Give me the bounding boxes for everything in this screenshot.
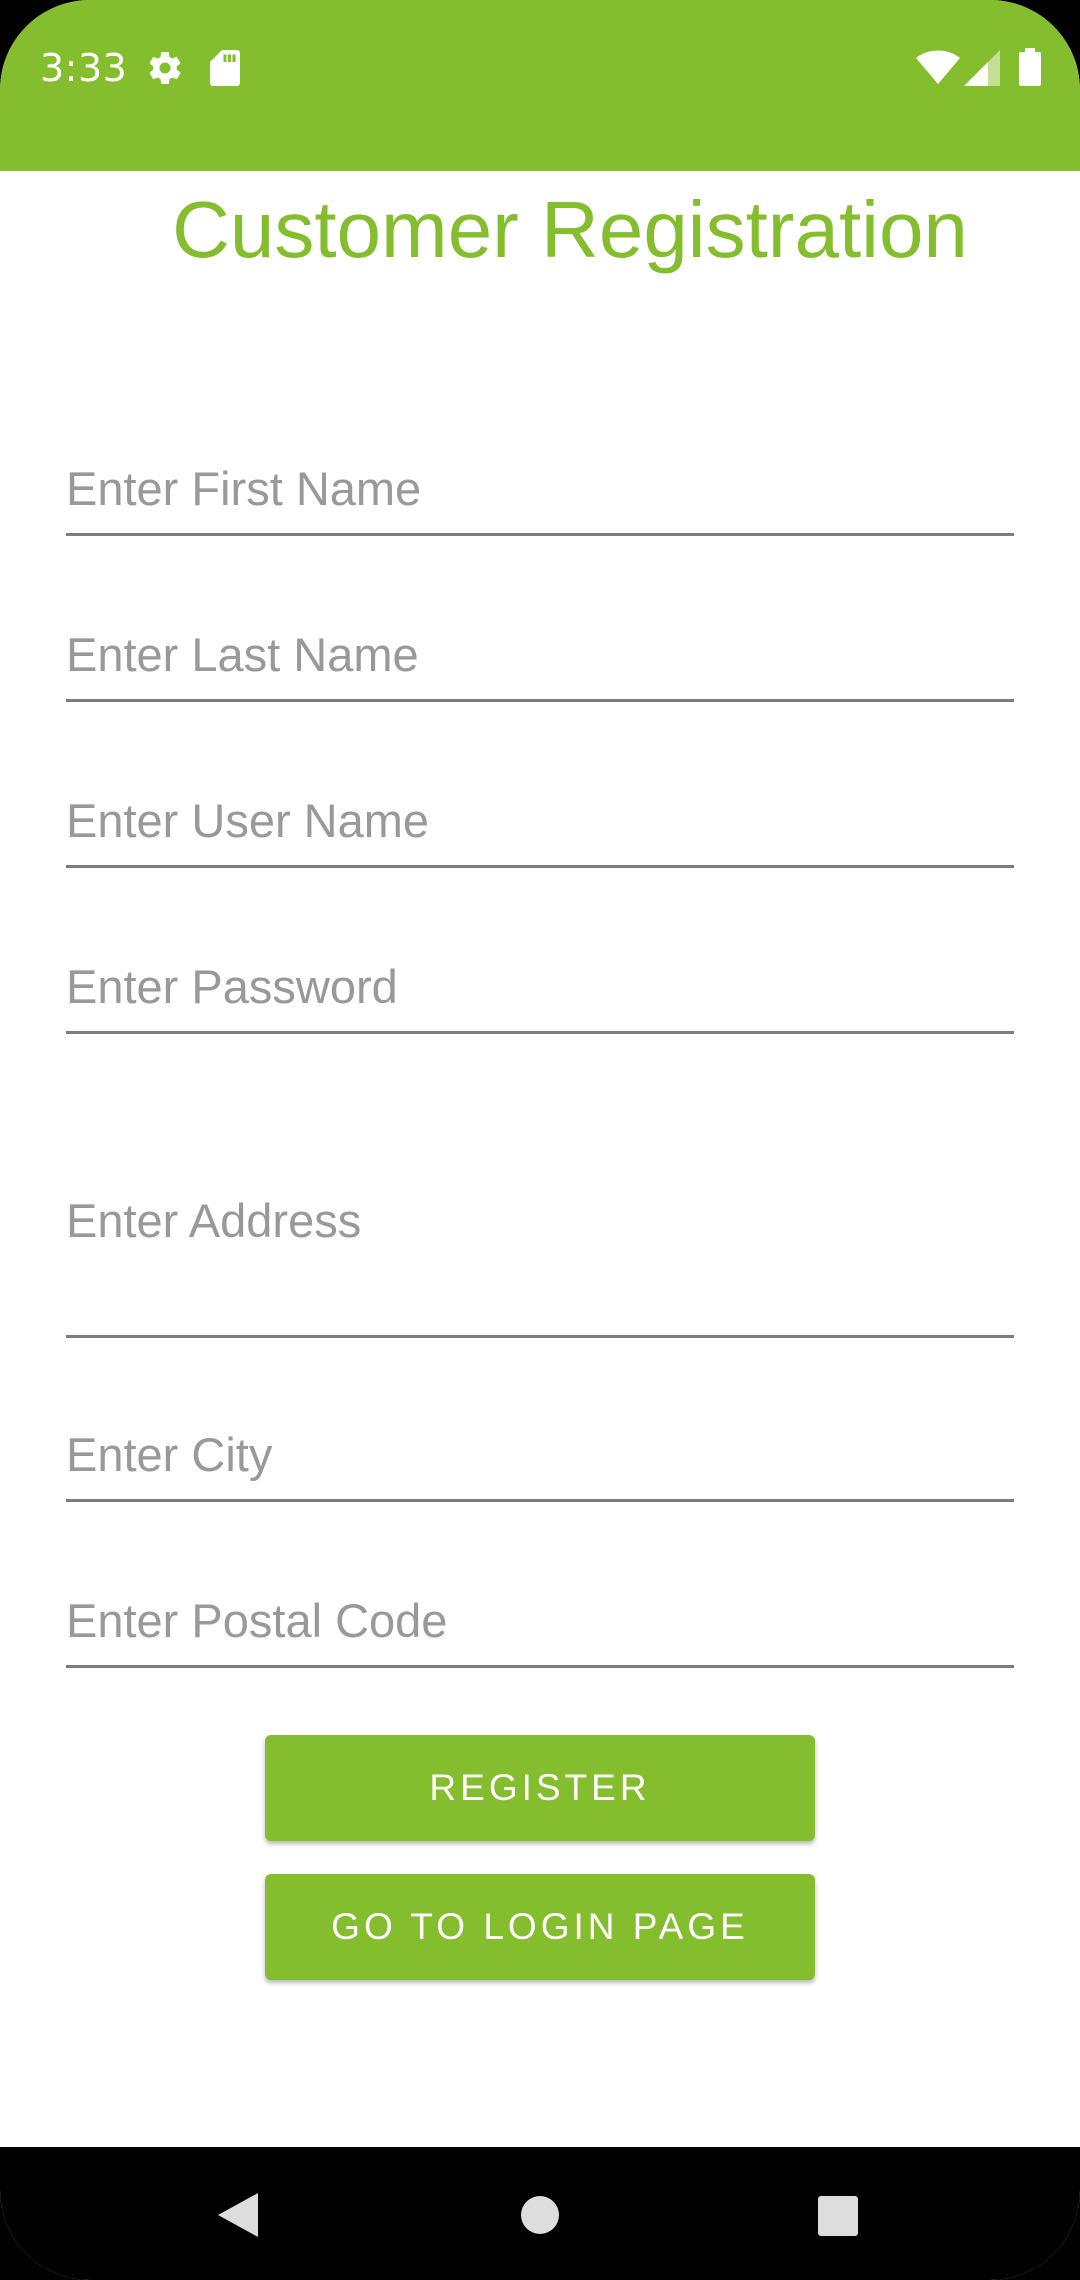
address-field[interactable] (66, 1160, 1014, 1338)
first-name-field[interactable] (66, 440, 1014, 536)
home-icon[interactable] (520, 2195, 560, 2235)
password-input[interactable] (66, 956, 1014, 1016)
last-name-field[interactable] (66, 606, 1014, 702)
signal-icon (964, 50, 1000, 86)
recents-icon[interactable] (818, 2196, 858, 2236)
address-input[interactable] (66, 1190, 1014, 1250)
city-input[interactable] (66, 1424, 1014, 1484)
city-field[interactable] (66, 1406, 1014, 1502)
password-field[interactable] (66, 938, 1014, 1034)
postal-code-input[interactable] (66, 1590, 1014, 1650)
user-name-input[interactable] (66, 790, 1014, 850)
user-name-field[interactable] (66, 772, 1014, 868)
gear-icon (149, 52, 181, 84)
wifi-icon (916, 50, 960, 84)
first-name-input[interactable] (66, 458, 1014, 518)
app-screen: 3:33 Customer Registration Enter First N… (0, 0, 1080, 2280)
last-name-input[interactable] (66, 624, 1014, 684)
go-to-login-button[interactable]: GO TO LOGIN PAGE (265, 1874, 815, 1980)
postal-code-field[interactable] (66, 1572, 1014, 1668)
status-bar: 3:33 (0, 0, 1080, 171)
page-title: Customer Registration (172, 185, 968, 274)
battery-icon (1019, 48, 1041, 86)
register-button[interactable]: REGISTER (265, 1735, 815, 1841)
back-icon[interactable] (218, 2193, 260, 2237)
navigation-bar (0, 2147, 1080, 2280)
sd-card-icon (210, 50, 240, 86)
status-time: 3:33 (40, 46, 128, 90)
